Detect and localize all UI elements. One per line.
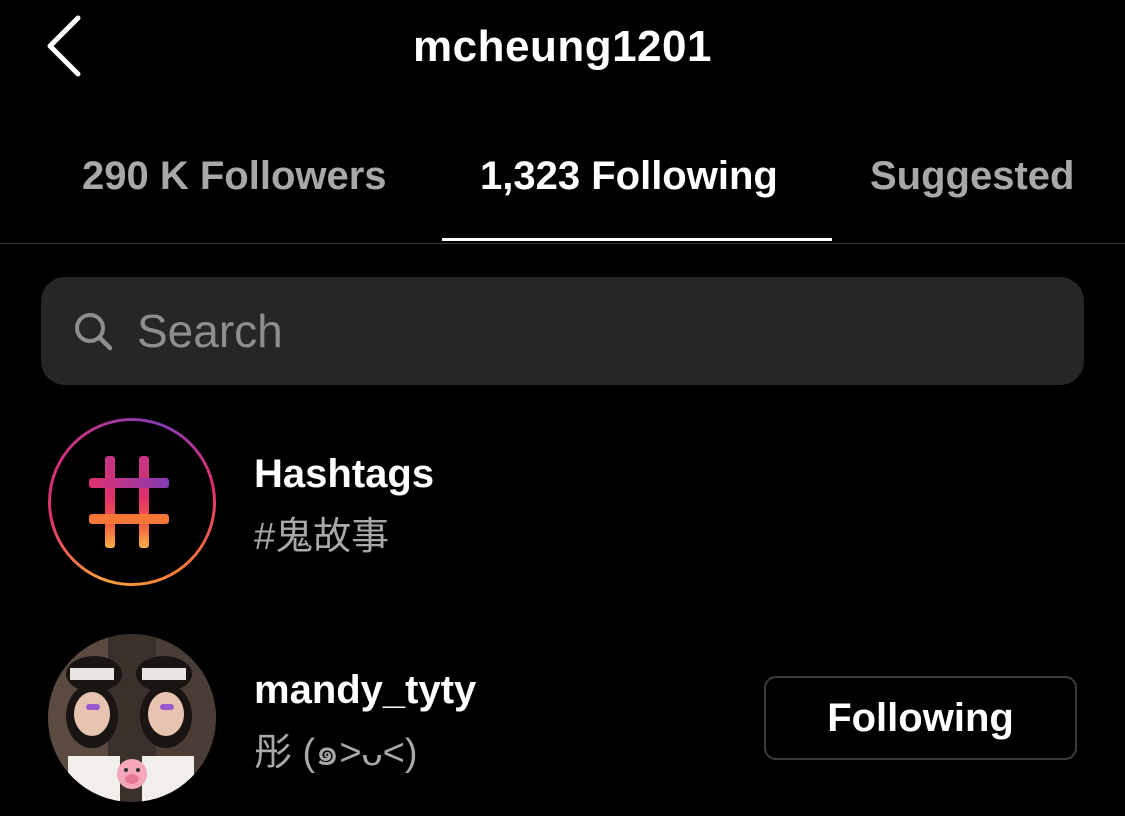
- tab-followers[interactable]: 290 K Followers: [82, 154, 387, 199]
- list-item-user[interactable]: mandy_tyty 彤 (๑˃ᴗ˂) Following: [0, 632, 1125, 804]
- tab-bar: l 290 K Followers 1,323 Following Sugges…: [0, 120, 1125, 244]
- hashtag-icon: [89, 456, 169, 548]
- tabs-divider: [0, 243, 1125, 244]
- search-icon: [71, 309, 115, 353]
- search-bar[interactable]: [41, 277, 1084, 385]
- user-full-name: 彤 (๑˃ᴗ˂): [254, 732, 418, 774]
- username[interactable]: mandy_tyty: [254, 668, 476, 713]
- tab-suggested[interactable]: Suggested: [870, 154, 1074, 199]
- list-item-hashtags[interactable]: Hashtags #鬼故事: [0, 416, 1125, 588]
- active-tab-indicator: [442, 238, 832, 241]
- user-text: mandy_tyty 彤 (๑˃ᴗ˂): [254, 668, 476, 782]
- list-item-subtitle: #鬼故事: [254, 516, 390, 558]
- list-item-title: Hashtags: [254, 452, 435, 496]
- page-title: mcheung1201: [413, 22, 712, 71]
- search-input[interactable]: [137, 296, 1084, 366]
- following-list-screen: mcheung1201 l 290 K Followers 1,323 Foll…: [0, 0, 1125, 816]
- following-button[interactable]: Following: [764, 676, 1077, 760]
- tab-following[interactable]: 1,323 Following: [480, 154, 778, 199]
- avatar[interactable]: [48, 634, 216, 802]
- hashtag-avatar: [48, 418, 216, 586]
- hashtags-text: Hashtags #鬼故事: [254, 452, 434, 560]
- tab-mutual-partial[interactable]: l: [0, 154, 6, 199]
